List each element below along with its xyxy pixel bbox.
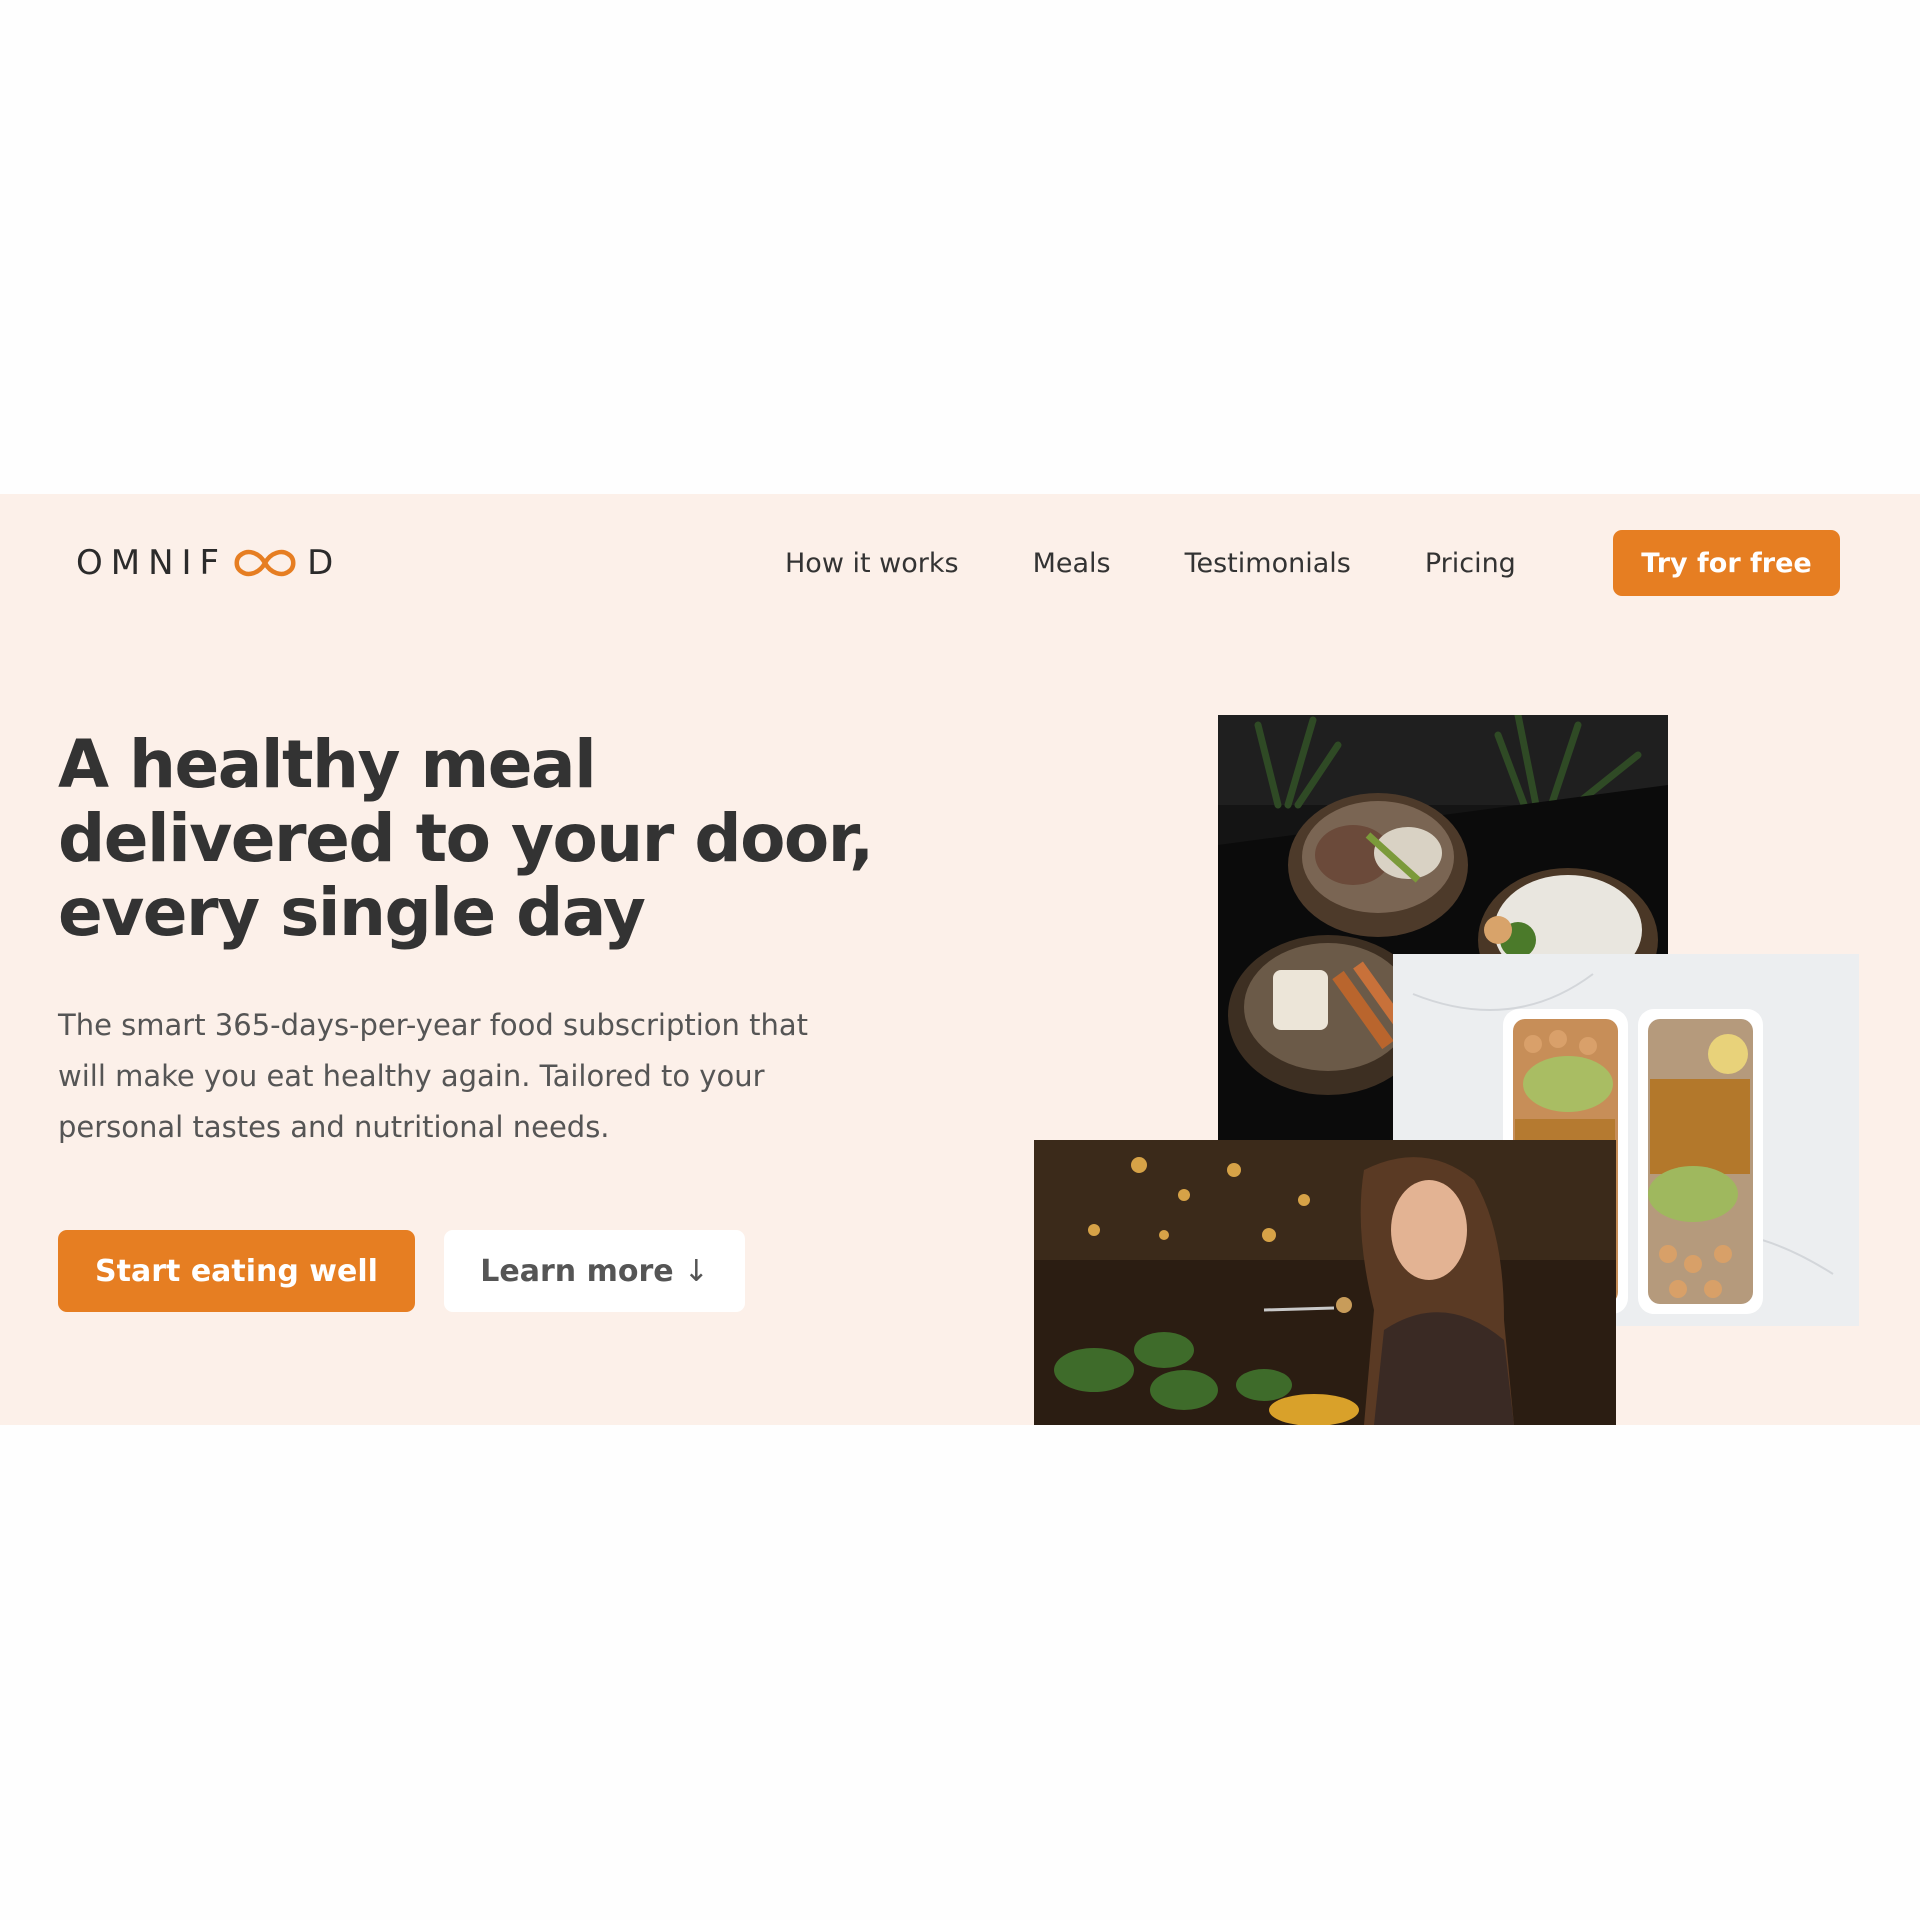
woman-eating-photo <box>1034 1140 1616 1425</box>
nav-link-meals[interactable]: Meals <box>1033 548 1111 579</box>
omnifood-logo[interactable]: OMNIF D <box>76 543 341 583</box>
hero-description: The smart 365-days-per-year food subscri… <box>58 1008 809 1144</box>
logo-text-end: D <box>307 543 342 583</box>
arrow-down-icon: ↓ <box>683 1253 709 1289</box>
infinity-icon <box>231 546 299 580</box>
nav-link-testimonials[interactable]: Testimonials <box>1185 548 1351 579</box>
start-eating-well-button[interactable]: Start eating well <box>58 1230 415 1312</box>
nav-link-pricing[interactable]: Pricing <box>1425 548 1516 579</box>
logo-text-start: OMNIF <box>76 543 228 583</box>
learn-more-label: Learn more <box>480 1253 674 1289</box>
try-for-free-button[interactable]: Try for free <box>1613 530 1840 596</box>
learn-more-button[interactable]: Learn more ↓ <box>444 1230 745 1312</box>
hero-heading: A healthy meal delivered to your door, e… <box>58 726 874 951</box>
main-nav: How it works Meals Testimonials Pricing <box>785 535 1590 591</box>
nav-link-how-it-works[interactable]: How it works <box>785 548 959 579</box>
